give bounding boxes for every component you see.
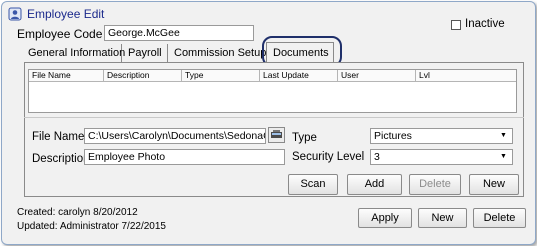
- tab-general-information[interactable]: General Information: [24, 44, 125, 62]
- delete-button[interactable]: Delete: [473, 208, 526, 228]
- security-level-select[interactable]: 3 ▼: [370, 149, 513, 165]
- grid-header: File Name Description Type Last Update U…: [29, 70, 516, 82]
- description-field[interactable]: Employee Photo: [84, 149, 285, 165]
- browse-button[interactable]: [268, 127, 285, 143]
- updated-info: Updated: Administrator 7/22/2015: [17, 221, 166, 232]
- chevron-down-icon[interactable]: ▼: [497, 150, 510, 163]
- type-select[interactable]: Pictures ▼: [370, 128, 513, 144]
- file-name-field[interactable]: C:\Users\Carolyn\Documents\SedonaC: [84, 128, 266, 144]
- created-info: Created: carolyn 8/20/2012: [17, 207, 138, 218]
- security-level-select-value: 3: [374, 151, 380, 163]
- column-header-file-name[interactable]: File Name: [29, 70, 104, 81]
- new-document-button[interactable]: New: [469, 174, 519, 195]
- column-header-type[interactable]: Type: [182, 70, 260, 81]
- column-header-description[interactable]: Description: [104, 70, 182, 81]
- tab-commission-setup[interactable]: Commission Setup: [170, 44, 266, 62]
- new-button[interactable]: New: [418, 208, 467, 228]
- window-title: Employee Edit: [27, 7, 105, 21]
- column-header-user[interactable]: User: [338, 70, 416, 81]
- inactive-checkbox[interactable]: [451, 20, 461, 30]
- security-level-label: Security Level: [292, 151, 365, 163]
- divider: [24, 117, 524, 118]
- delete-document-button[interactable]: Delete: [409, 174, 461, 195]
- documents-grid[interactable]: File Name Description Type Last Update U…: [28, 69, 517, 113]
- employee-edit-icon: [8, 7, 22, 21]
- type-label: Type: [292, 132, 317, 144]
- apply-button[interactable]: Apply: [358, 208, 412, 228]
- employee-code-field[interactable]: George.McGee: [104, 25, 254, 41]
- employee-code-label: Employee Code: [17, 27, 103, 41]
- file-name-label: File Name: [32, 131, 85, 143]
- add-button[interactable]: Add: [347, 174, 402, 195]
- type-select-value: Pictures: [374, 130, 412, 142]
- scan-button[interactable]: Scan: [288, 174, 338, 195]
- description-label: Description: [32, 153, 90, 165]
- inactive-label: Inactive: [465, 18, 505, 30]
- chevron-down-icon[interactable]: ▼: [497, 129, 510, 142]
- tab-payroll[interactable]: Payroll: [124, 44, 168, 62]
- column-header-last-update[interactable]: Last Update: [260, 70, 338, 81]
- scanner-icon: [271, 130, 282, 138]
- column-header-lvl[interactable]: Lvl: [416, 70, 516, 81]
